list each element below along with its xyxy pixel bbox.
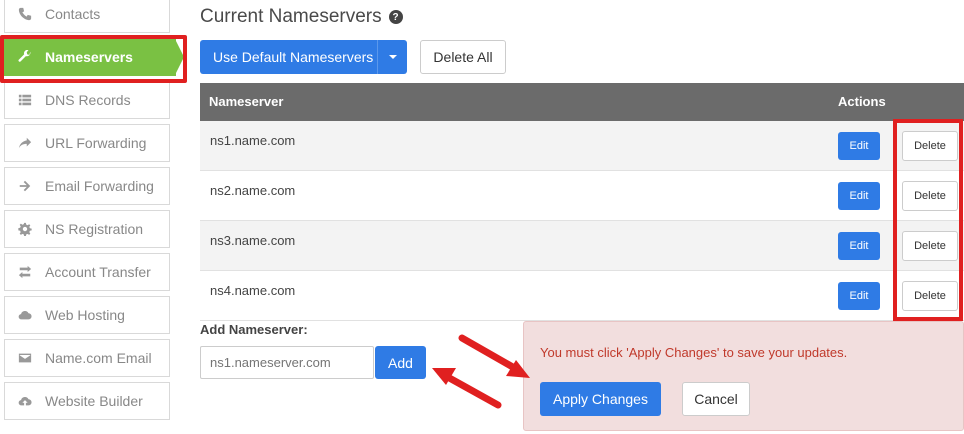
arrow-to-apply-changes bbox=[458, 334, 530, 378]
arrow-to-add-button bbox=[432, 368, 502, 409]
annotation-arrows bbox=[432, 334, 530, 409]
